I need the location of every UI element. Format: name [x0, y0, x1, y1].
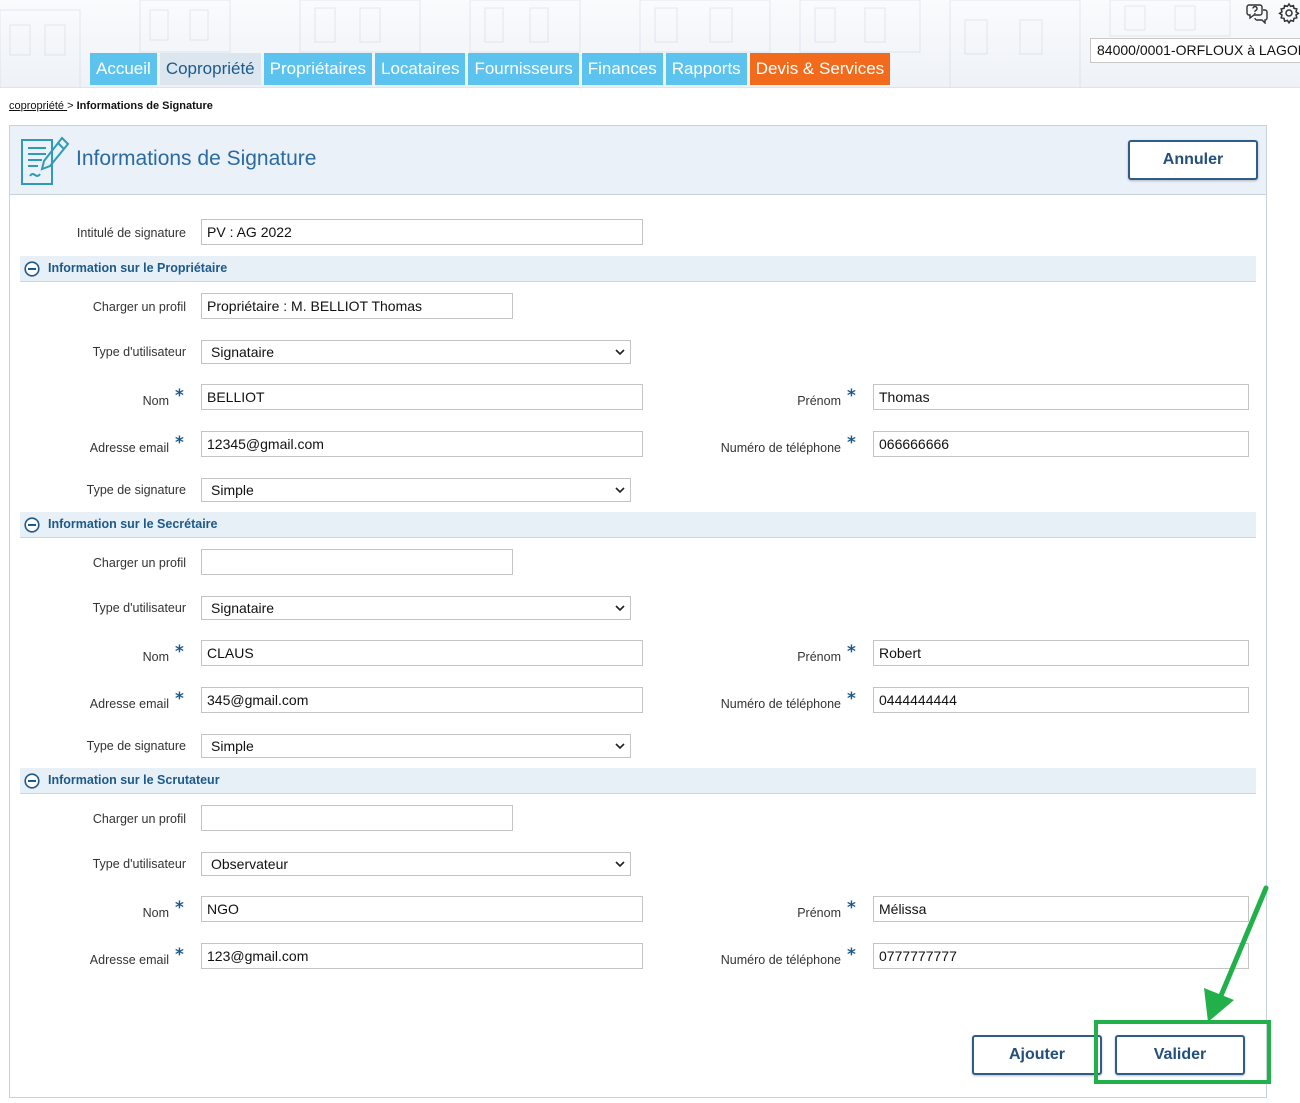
- chevron-down-icon: [615, 743, 625, 750]
- label-type-signature: Type de signature: [86, 483, 186, 497]
- breadcrumb: copropriété > Informations de Signature: [9, 100, 213, 112]
- tab-copropriete[interactable]: Copropriété: [159, 53, 261, 85]
- secretaire-profil-input[interactable]: [201, 549, 513, 575]
- scrutateur-nom-input[interactable]: NGO: [201, 896, 643, 922]
- secretaire-type-utilisateur-value: Signataire: [211, 600, 275, 616]
- panel-header: Informations de Signature: [10, 126, 1266, 195]
- scrutateur-email-input[interactable]: 123@gmail.com: [201, 943, 643, 969]
- scrutateur-telephone-input[interactable]: 0777777777: [873, 943, 1249, 969]
- required-mark: *: [175, 898, 184, 918]
- label-prenom: Prénom: [797, 650, 841, 664]
- label-nom: Nom: [142, 394, 169, 408]
- label-prenom: Prénom: [797, 394, 841, 408]
- tab-proprietaires[interactable]: Propriétaires: [263, 53, 373, 85]
- secretaire-email-input[interactable]: 345@gmail.com: [201, 687, 643, 713]
- validate-button[interactable]: Valider: [1115, 1035, 1245, 1075]
- proprietaire-type-utilisateur-value: Signataire: [211, 344, 275, 360]
- label-type-utilisateur: Type d'utilisateur: [92, 857, 186, 871]
- section-secretaire-title: Information sur le Secrétaire: [48, 517, 218, 531]
- tab-rapports[interactable]: Rapports: [665, 53, 747, 85]
- proprietaire-telephone-input[interactable]: 066666666: [873, 431, 1249, 457]
- secretaire-nom-input[interactable]: CLAUS: [201, 640, 643, 666]
- label-email: Adresse email: [89, 953, 169, 967]
- section-proprietaire-header[interactable]: Information sur le Propriétaire: [20, 256, 1256, 282]
- section-proprietaire-title: Information sur le Propriétaire: [48, 261, 228, 275]
- proprietaire-profil-input[interactable]: Propriétaire : M. BELLIOT Thomas: [201, 293, 513, 319]
- proprietaire-type-utilisateur-select[interactable]: Signataire: [201, 340, 631, 364]
- label-type-utilisateur: Type d'utilisateur: [92, 601, 186, 615]
- label-telephone: Numéro de téléphone: [720, 953, 841, 967]
- scrutateur-prenom-input[interactable]: Mélissa: [873, 896, 1249, 922]
- intitule-input[interactable]: PV : AG 2022: [201, 219, 643, 245]
- tab-finances[interactable]: Finances: [581, 53, 663, 85]
- proprietaire-prenom-input[interactable]: Thomas: [873, 384, 1249, 410]
- label-type-signature: Type de signature: [86, 739, 186, 753]
- label-profil: Charger un profil: [92, 556, 186, 570]
- chevron-down-icon: [615, 487, 625, 494]
- settings-icon[interactable]: [1278, 2, 1300, 24]
- label-email: Adresse email: [89, 697, 169, 711]
- required-mark: *: [175, 689, 184, 709]
- chevron-down-icon: [615, 349, 625, 356]
- label-nom: Nom: [142, 906, 169, 920]
- app-header: Accueil Copropriété Propriétaires Locata…: [0, 0, 1300, 88]
- copropriete-selector[interactable]: 84000/0001-ORFLOUX à LAGORCE: [1090, 38, 1300, 63]
- secretaire-type-utilisateur-select[interactable]: Signataire: [201, 596, 631, 620]
- required-mark: *: [847, 689, 856, 709]
- tab-devis-services[interactable]: Devis & Services: [749, 53, 891, 85]
- breadcrumb-link-copropriete[interactable]: copropriété: [9, 100, 67, 112]
- proprietaire-type-signature-select[interactable]: Simple: [201, 478, 631, 502]
- proprietaire-nom-input[interactable]: BELLIOT: [201, 384, 643, 410]
- required-mark: *: [175, 386, 184, 406]
- breadcrumb-current: Informations de Signature: [76, 100, 213, 112]
- cancel-button[interactable]: Annuler: [1128, 140, 1258, 180]
- required-mark: *: [175, 433, 184, 453]
- label-type-utilisateur: Type d'utilisateur: [92, 345, 186, 359]
- required-mark: *: [175, 945, 184, 965]
- tab-accueil[interactable]: Accueil: [90, 53, 157, 85]
- section-secretaire-header[interactable]: Information sur le Secrétaire: [20, 512, 1256, 538]
- tab-locataires[interactable]: Locataires: [375, 53, 466, 85]
- label-intitule: Intitulé de signature: [76, 226, 186, 240]
- proprietaire-email-input[interactable]: 12345@gmail.com: [201, 431, 643, 457]
- breadcrumb-separator: >: [67, 100, 74, 112]
- required-mark: *: [847, 433, 856, 453]
- chevron-down-icon: [615, 605, 625, 612]
- required-mark: *: [847, 898, 856, 918]
- label-telephone: Numéro de téléphone: [720, 697, 841, 711]
- chevron-down-icon: [615, 861, 625, 868]
- secretaire-type-signature-select[interactable]: Simple: [201, 734, 631, 758]
- section-scrutateur-title: Information sur le Scrutateur: [48, 773, 220, 787]
- document-pen-icon: [21, 136, 70, 185]
- section-scrutateur-header[interactable]: Information sur le Scrutateur: [20, 768, 1256, 794]
- required-mark: *: [847, 945, 856, 965]
- tab-fournisseurs[interactable]: Fournisseurs: [468, 53, 579, 85]
- secretaire-type-signature-value: Simple: [211, 738, 254, 754]
- label-prenom: Prénom: [797, 906, 841, 920]
- label-nom: Nom: [142, 650, 169, 664]
- collapse-icon[interactable]: [24, 773, 40, 789]
- label-profil: Charger un profil: [92, 300, 186, 314]
- required-mark: *: [175, 642, 184, 662]
- scrutateur-type-utilisateur-select[interactable]: Observateur: [201, 852, 631, 876]
- scrutateur-type-utilisateur-value: Observateur: [211, 856, 289, 872]
- scrutateur-profil-input[interactable]: [201, 805, 513, 831]
- collapse-icon[interactable]: [24, 517, 40, 533]
- help-icon[interactable]: [1246, 2, 1268, 24]
- label-profil: Charger un profil: [92, 812, 186, 826]
- required-mark: *: [847, 386, 856, 406]
- secretaire-telephone-input[interactable]: 0444444444: [873, 687, 1249, 713]
- label-telephone: Numéro de téléphone: [720, 441, 841, 455]
- secretaire-prenom-input[interactable]: Robert: [873, 640, 1249, 666]
- main-nav-tabs: Accueil Copropriété Propriétaires Locata…: [90, 53, 891, 85]
- collapse-icon[interactable]: [24, 261, 40, 277]
- label-email: Adresse email: [89, 441, 169, 455]
- proprietaire-type-signature-value: Simple: [211, 482, 254, 498]
- required-mark: *: [847, 642, 856, 662]
- add-button[interactable]: Ajouter: [972, 1035, 1102, 1075]
- page-title: Informations de Signature: [76, 147, 317, 170]
